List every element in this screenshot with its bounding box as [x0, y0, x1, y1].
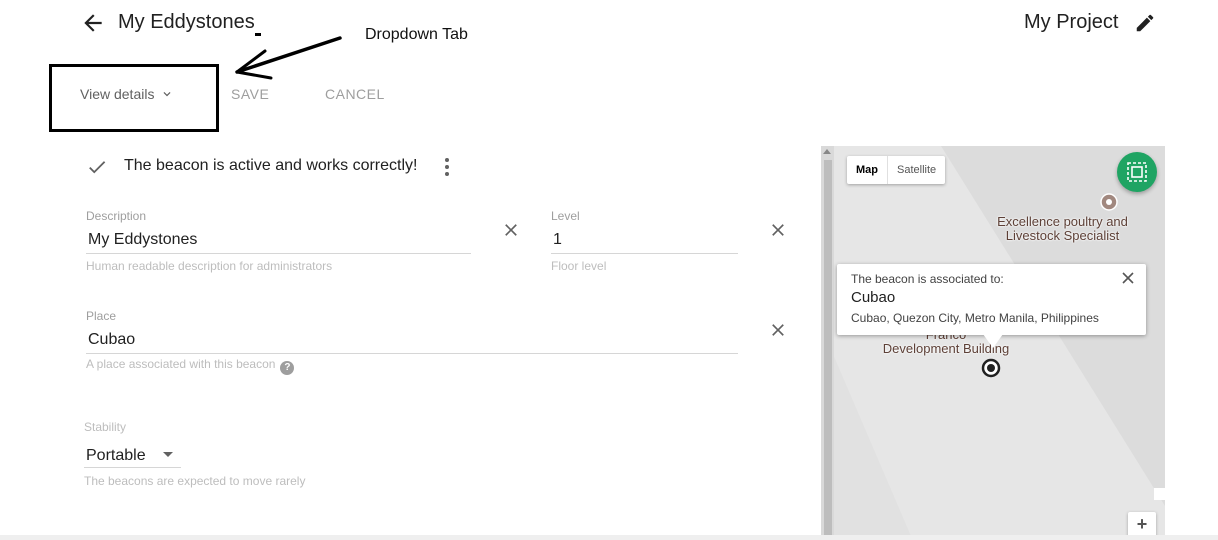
annotation-arrow-icon: [235, 36, 342, 80]
cancel-button[interactable]: CANCEL: [325, 86, 385, 102]
info-window-tail: [983, 334, 1003, 348]
status-text: The beacon is active and works correctly…: [124, 157, 418, 174]
map-type-satellite-button[interactable]: Satellite: [887, 156, 945, 184]
level-underline: [551, 253, 738, 254]
poi-marker-icon[interactable]: [1099, 192, 1119, 212]
poi-label[interactable]: Excellence poultry and Livestock Special…: [985, 215, 1140, 243]
poi-label-line2: Livestock Specialist: [1005, 228, 1120, 243]
map-scrollbar-thumb[interactable]: [824, 160, 832, 536]
dropdown-caret-icon[interactable]: [162, 451, 174, 459]
clear-place-icon[interactable]: [768, 320, 788, 340]
description-label: Description: [86, 209, 147, 223]
check-icon: [89, 161, 106, 174]
view-details-dropdown[interactable]: View details: [80, 86, 174, 102]
info-window-title: The beacon is associated to:: [851, 272, 1004, 286]
stability-underline: [84, 467, 181, 468]
map-layer-button[interactable]: [1117, 152, 1157, 192]
beacon-marker-icon[interactable]: [980, 357, 1002, 379]
level-label: Level: [551, 209, 580, 223]
description-field[interactable]: My Eddystones: [88, 231, 197, 249]
place-underline: [86, 353, 738, 354]
more-vert-icon[interactable]: [437, 156, 457, 178]
stability-label: Stability: [84, 420, 127, 434]
info-window-place-name: Cubao: [851, 289, 896, 306]
project-name: My Project: [1024, 11, 1119, 33]
chevron-down-icon: [163, 92, 171, 97]
place-label: Place: [86, 309, 117, 323]
bottom-divider: [0, 535, 1218, 540]
description-help: Human readable description for administr…: [86, 259, 333, 273]
save-button[interactable]: SAVE: [231, 86, 269, 102]
stability-select[interactable]: Portable: [86, 447, 146, 465]
scroll-up-arrow-icon[interactable]: [823, 149, 831, 154]
clear-description-icon[interactable]: [501, 220, 521, 240]
clear-level-icon[interactable]: [768, 220, 788, 240]
map-control-stub: [1154, 488, 1165, 500]
level-field[interactable]: 1: [553, 231, 562, 249]
description-underline: [86, 253, 471, 254]
info-window-address: Cubao, Quezon City, Metro Manila, Philip…: [851, 311, 1099, 325]
map-type-map-button[interactable]: Map: [847, 156, 887, 184]
pencil-edit-icon[interactable]: [1134, 12, 1156, 34]
level-help: Floor level: [551, 259, 607, 273]
poi-label-line1: Excellence poultry and: [997, 214, 1128, 229]
annotation-label: Dropdown Tab: [365, 26, 468, 43]
close-icon[interactable]: [1122, 272, 1134, 284]
place-help-text: A place associated with this beacon: [86, 357, 276, 371]
help-icon[interactable]: ?: [280, 361, 295, 375]
view-details-label: View details: [80, 86, 155, 102]
back-arrow-icon[interactable]: [80, 10, 106, 36]
place-field[interactable]: Cubao: [88, 331, 135, 349]
select-area-icon: [1127, 162, 1147, 182]
stability-help: The beacons are expected to move rarely: [84, 474, 306, 488]
map-type-toggle: Map Satellite: [847, 156, 946, 184]
place-help: A place associated with this beacon?: [86, 357, 295, 375]
